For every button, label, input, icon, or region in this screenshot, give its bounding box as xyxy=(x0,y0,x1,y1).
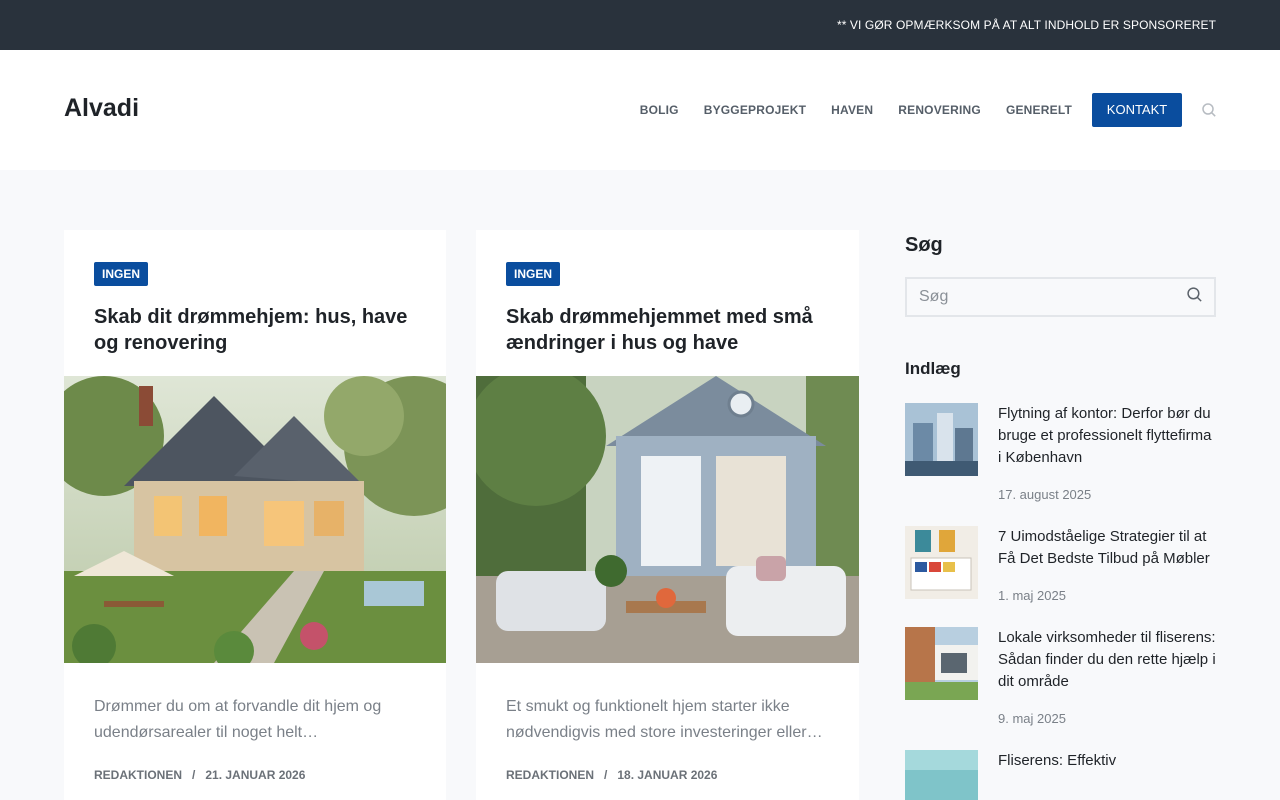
article-image-house-garden[interactable] xyxy=(64,376,446,663)
post-date: 17. august 2025 xyxy=(998,487,1092,502)
article-date: 18. JANUAR 2026 xyxy=(617,768,718,782)
search-icon[interactable] xyxy=(1187,287,1202,307)
sidebar-post: Flytning af kontor: Derfor bør du bruge … xyxy=(905,403,1216,502)
nav-item-renovering[interactable]: RENOVERING xyxy=(898,103,981,117)
sidebar-search xyxy=(905,277,1216,317)
post-thumbnail[interactable] xyxy=(905,403,978,476)
site-logo[interactable]: Alvadi xyxy=(64,94,139,123)
article-author[interactable]: REDAKTIONEN xyxy=(94,768,182,782)
article-card: INGEN Skab dit drømmehjem: hus, have og … xyxy=(64,230,446,800)
article-meta: REDAKTIONEN / 18. JANUAR 2026 xyxy=(506,768,717,782)
post-title[interactable]: Flytning af kontor: Derfor bør du bruge … xyxy=(998,403,1216,469)
sponsored-notice: ** VI GØR OPMÆRKSOM PÅ AT ALT INDHOLD ER… xyxy=(836,18,1216,32)
sidebar-post: Fliserens: Effektiv xyxy=(905,750,1216,800)
category-badge[interactable]: INGEN xyxy=(506,262,561,286)
sidebar: Søg Indlæg Flytning af kontor: Derfor bø… xyxy=(905,234,1216,800)
search-icon[interactable] xyxy=(1202,103,1216,117)
nav-item-generelt[interactable]: GENERELT xyxy=(1006,103,1072,117)
article-date: 21. JANUAR 2026 xyxy=(205,768,306,782)
nav-item-bolig[interactable]: BOLIG xyxy=(640,103,679,117)
article-card: INGEN Skab drømmehjemmet med små ændring… xyxy=(476,230,859,800)
article-title[interactable]: Skab dit drømmehjem: hus, have og renove… xyxy=(94,304,420,356)
main-nav: BOLIG BYGGEPROJEKT HAVEN RENOVERING GENE… xyxy=(640,93,1216,127)
post-title[interactable]: Fliserens: Effektiv xyxy=(998,750,1116,772)
post-date: 1. maj 2025 xyxy=(998,588,1066,603)
post-date: 9. maj 2025 xyxy=(998,711,1066,726)
main-content: INGEN Skab dit drømmehjem: hus, have og … xyxy=(0,170,1280,800)
search-input[interactable] xyxy=(919,288,1187,306)
post-thumbnail[interactable] xyxy=(905,750,978,800)
post-thumbnail[interactable] xyxy=(905,627,978,700)
article-excerpt: Et smukt og funktionelt hjem starter ikk… xyxy=(506,698,823,741)
nav-item-byggeprojekt[interactable]: BYGGEPROJEKT xyxy=(704,103,806,117)
sponsored-notice-bar: ** VI GØR OPMÆRKSOM PÅ AT ALT INDHOLD ER… xyxy=(0,0,1280,50)
category-badge[interactable]: INGEN xyxy=(94,262,149,286)
article-image-garden-shed[interactable] xyxy=(476,376,859,663)
nav-item-haven[interactable]: HAVEN xyxy=(831,103,873,117)
meta-separator: / xyxy=(604,768,608,782)
site-header: Alvadi BOLIG BYGGEPROJEKT HAVEN RENOVERI… xyxy=(0,50,1280,170)
post-title[interactable]: Lokale virksomheder til fliserens: Sådan… xyxy=(998,627,1216,693)
article-author[interactable]: REDAKTIONEN xyxy=(506,768,594,782)
contact-button[interactable]: KONTAKT xyxy=(1092,93,1182,127)
sidebar-post: Lokale virksomheder til fliserens: Sådan… xyxy=(905,627,1216,726)
article-title[interactable]: Skab drømmehjemmet med små ændringer i h… xyxy=(506,304,833,356)
article-excerpt: Drømmer du om at forvandle dit hjem og u… xyxy=(94,698,382,741)
post-thumbnail[interactable] xyxy=(905,526,978,599)
meta-separator: / xyxy=(192,768,196,782)
sidebar-post: 7 Uimodståelige Strategier til at Få Det… xyxy=(905,526,1216,603)
post-title[interactable]: 7 Uimodståelige Strategier til at Få Det… xyxy=(998,526,1216,570)
posts-heading: Indlæg xyxy=(905,359,961,378)
search-heading: Søg xyxy=(905,234,943,256)
article-meta: REDAKTIONEN / 21. JANUAR 2026 xyxy=(94,768,305,782)
